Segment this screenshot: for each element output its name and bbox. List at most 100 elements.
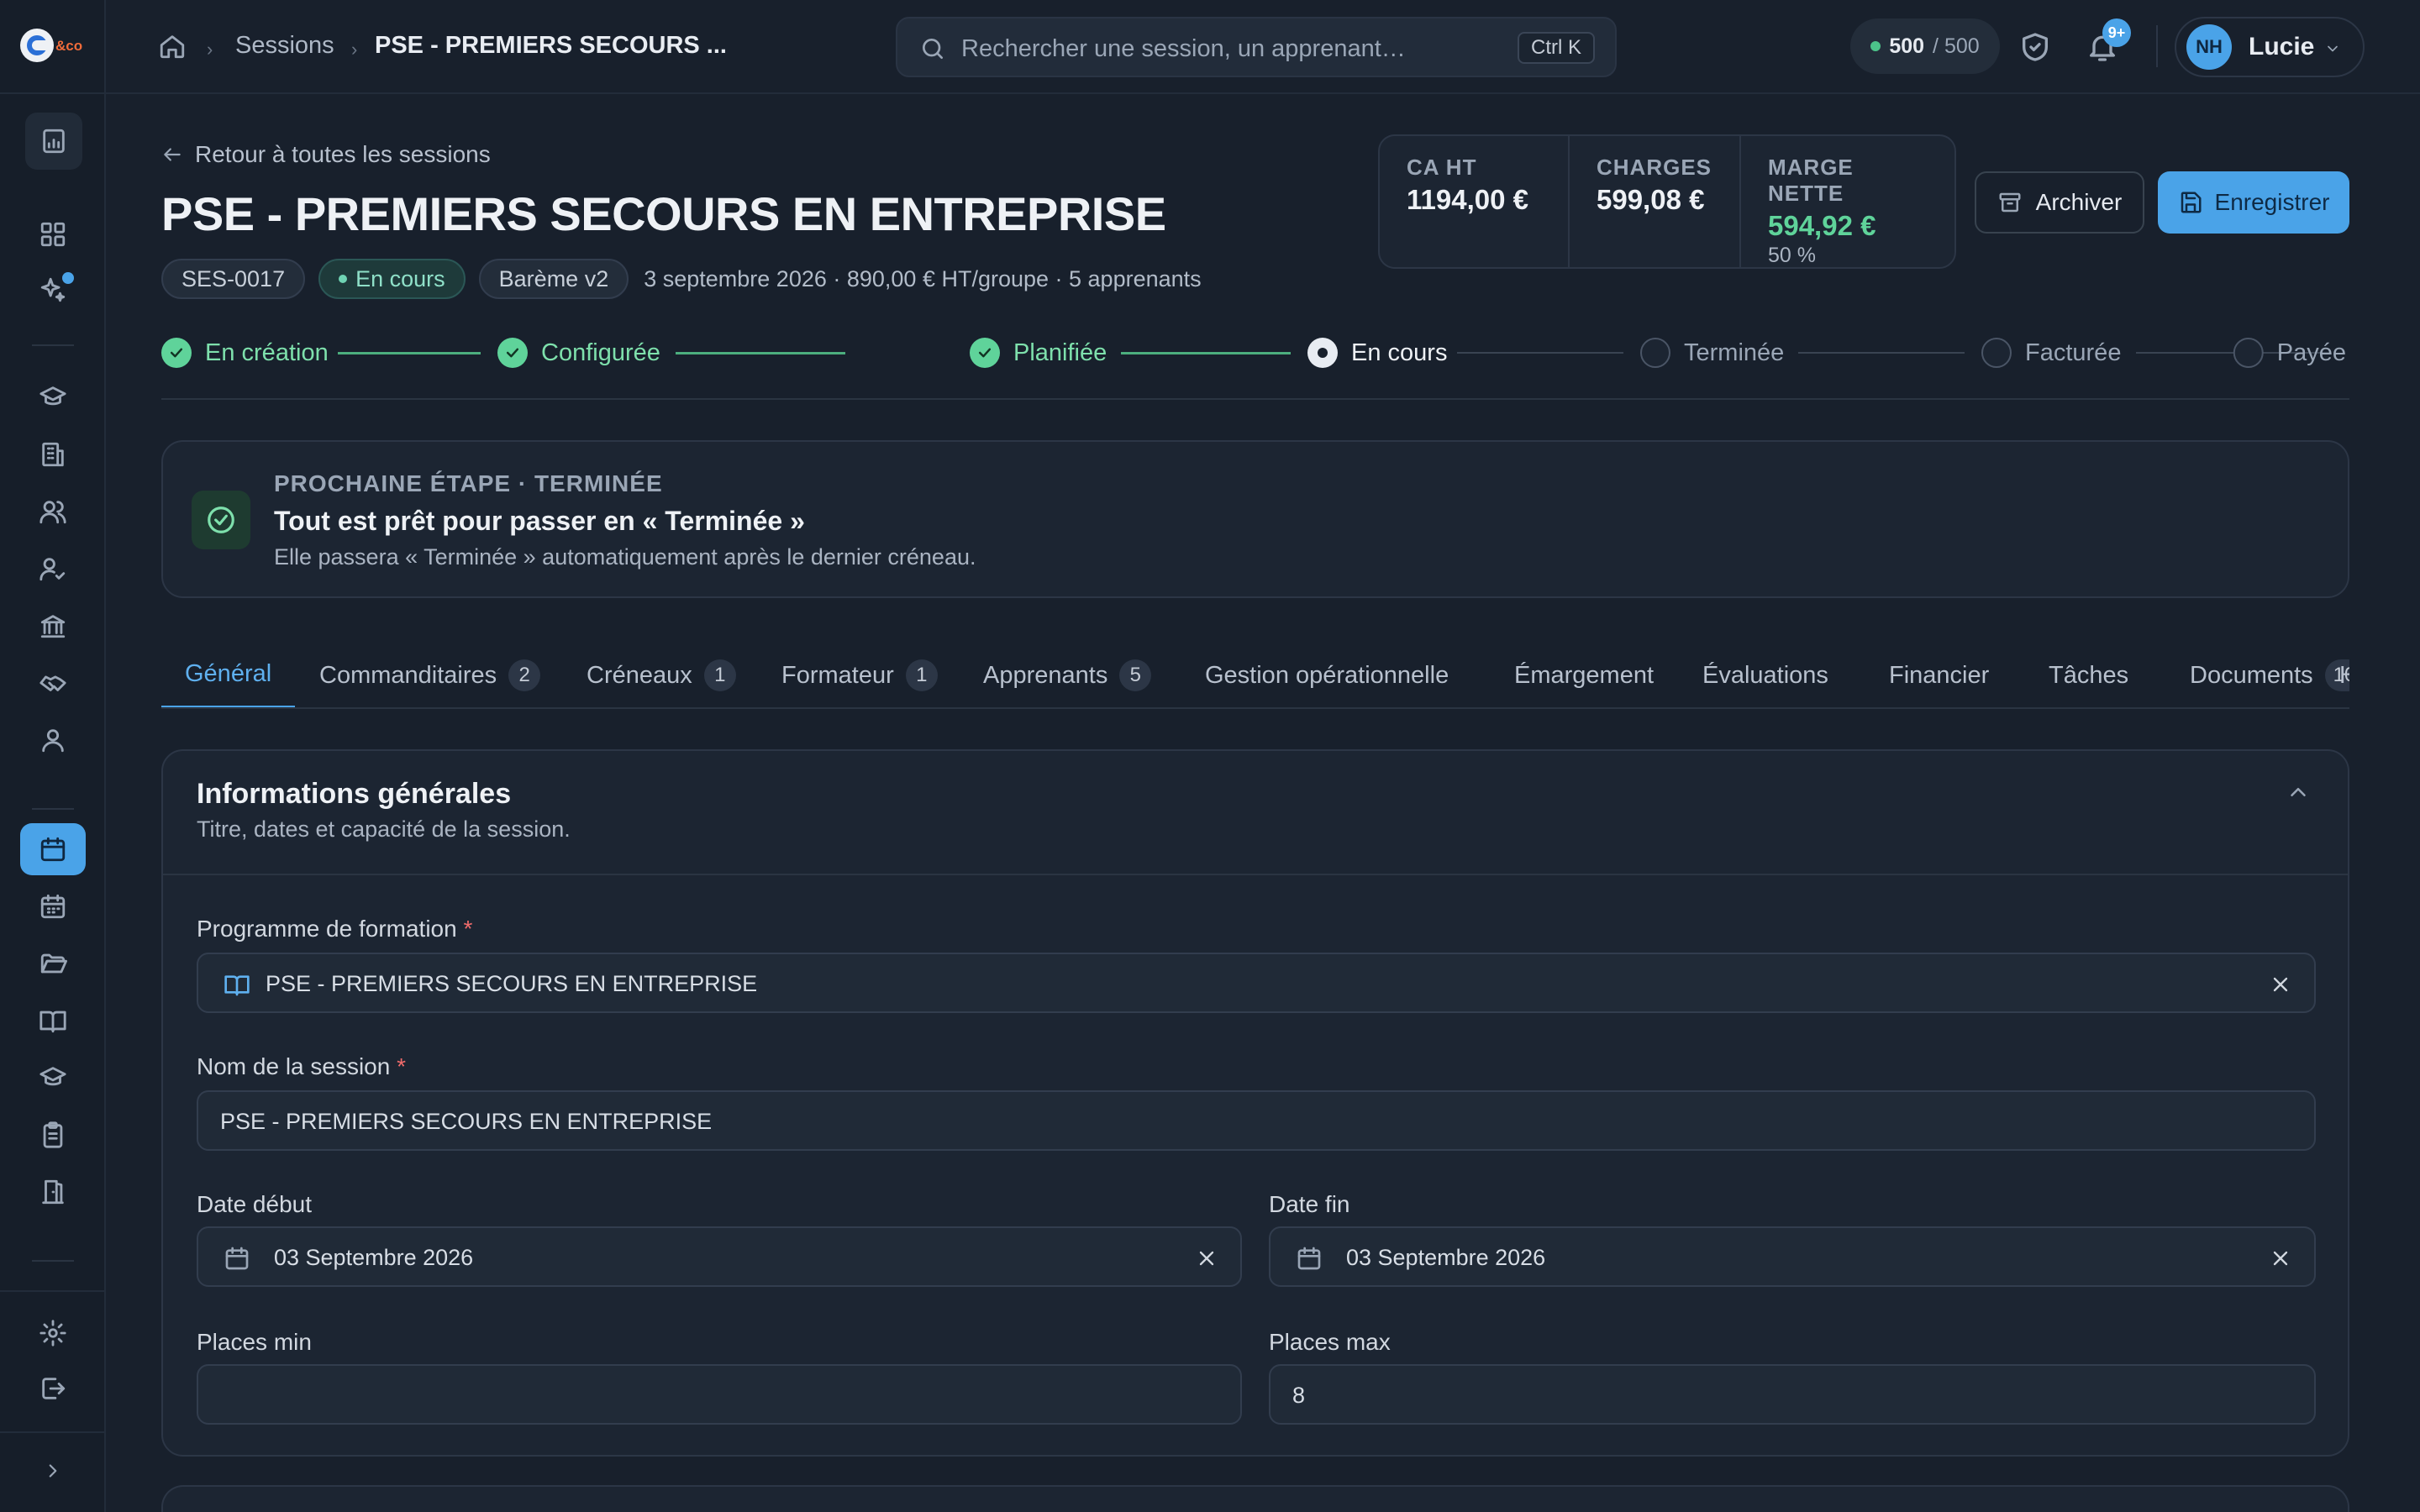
step-label: Facturée	[2025, 339, 2122, 366]
sidebar-item-entreprises[interactable]	[20, 427, 86, 482]
app-logo[interactable]: &co	[18, 25, 87, 66]
places-max-field[interactable]	[1269, 1364, 2316, 1425]
tab-count-badge: 1	[703, 659, 736, 691]
sidebar-item-salles[interactable]	[20, 1164, 86, 1220]
tab-formateur[interactable]: Formateur 1	[758, 642, 961, 707]
save-button[interactable]: Enregistrer	[2158, 171, 2349, 234]
sidebar-item-catalogue[interactable]	[20, 993, 86, 1048]
calendar-icon	[40, 837, 66, 862]
nom-session-field[interactable]	[197, 1090, 2316, 1151]
page-title: PSE - PREMIERS SECOURS EN ENTREPRISE	[161, 187, 1166, 240]
tab-overflow[interactable]: H	[2316, 642, 2349, 707]
save-icon	[2181, 192, 2202, 213]
sidebar-item-formations[interactable]	[20, 370, 86, 425]
step-en-cours: En cours	[1307, 338, 1447, 368]
status-label: En cours	[355, 265, 445, 291]
clipboard-icon	[43, 1121, 63, 1148]
breadcrumb-current: PSE - PREMIERS SECOURS ...	[375, 32, 727, 59]
places-min-field[interactable]	[197, 1364, 1242, 1425]
sidebar-item-documents[interactable]	[20, 936, 86, 991]
chevron-up-icon[interactable]	[2286, 780, 2311, 805]
tab-label: Documents	[2190, 661, 2313, 689]
sidebar-expand-button[interactable]	[20, 1443, 86, 1499]
archive-icon	[1999, 192, 2021, 213]
step-label: Configurée	[541, 339, 660, 366]
programme-input[interactable]	[266, 968, 1959, 1000]
kpi-marge-percent: 50 %	[1768, 244, 1816, 267]
places-max-input[interactable]	[1292, 1379, 2128, 1411]
sidebar-item-apprenants[interactable]	[20, 712, 86, 768]
programme-select[interactable]	[197, 953, 2316, 1013]
date-debut-picker[interactable]	[197, 1226, 1242, 1287]
date-debut-input[interactable]	[274, 1242, 1107, 1273]
tab-gestion-operationnelle[interactable]: Gestion opérationnelle	[1181, 642, 1472, 707]
sidebar-item-partenaires[interactable]	[20, 655, 86, 711]
tab-taches[interactable]: Tâches	[2025, 642, 2152, 707]
graduation-cap-icon	[39, 1067, 66, 1086]
user-menu[interactable]: NH Lucie	[2175, 17, 2365, 77]
date-fin-input[interactable]	[1346, 1242, 2181, 1273]
archive-button-label: Archiver	[2035, 189, 2123, 215]
chevron-right-icon	[49, 1464, 57, 1478]
general-info-card: Informations générales Titre, dates et c…	[161, 749, 2349, 1457]
tab-apprenants[interactable]: Apprenants 5	[960, 642, 1175, 707]
stepper-divider	[161, 398, 2349, 400]
close-icon[interactable]	[2269, 1247, 2292, 1270]
tab-label: Commanditaires	[319, 661, 497, 689]
shield-check-icon[interactable]	[2018, 30, 2052, 64]
check-circle-icon	[161, 338, 192, 368]
quota-badge[interactable]: 500 / 500	[1850, 18, 2000, 74]
tab-label: Évaluations	[1702, 661, 1828, 689]
breadcrumb-sessions[interactable]: Sessions	[235, 32, 334, 60]
search-input[interactable]	[961, 32, 1499, 66]
sidebar: &co	[0, 0, 106, 1512]
tab-emargement[interactable]: Émargement	[1491, 642, 1677, 707]
session-ref-badge: SES-0017	[161, 259, 306, 299]
check-circle-icon	[497, 338, 528, 368]
nom-session-input[interactable]	[220, 1105, 1913, 1137]
global-search[interactable]: Ctrl K	[896, 17, 1617, 77]
tab-evaluations[interactable]: Évaluations	[1679, 642, 1852, 707]
sidebar-item-taches[interactable]	[20, 1107, 86, 1163]
card-divider	[163, 874, 2348, 875]
sidebar-item-settings[interactable]	[20, 1305, 86, 1361]
breadcrumb-separator: ›	[207, 39, 213, 60]
sidebar-item-planning[interactable]	[20, 879, 86, 934]
sidebar-item-dashboard[interactable]	[20, 207, 86, 262]
sidebar-item-logout[interactable]	[20, 1361, 86, 1416]
home-icon[interactable]	[158, 32, 187, 60]
places-min-input[interactable]	[220, 1379, 1054, 1411]
sidebar-divider	[0, 92, 106, 94]
pending-step-icon	[1981, 338, 2012, 368]
tab-general[interactable]: Général	[161, 642, 296, 707]
sidebar-item-certifications[interactable]	[20, 1050, 86, 1105]
sidebar-item-formateurs[interactable]	[20, 541, 86, 596]
tab-commanditaires[interactable]: Commanditaires 2	[296, 642, 564, 707]
main-content: Retour à toutes les sessions PSE - PREMI…	[106, 94, 2420, 1512]
archive-button[interactable]: Archiver	[1975, 171, 2144, 234]
date-fin-picker[interactable]	[1269, 1226, 2316, 1287]
sidebar-item-sessions[interactable]	[20, 823, 86, 875]
bareme-badge: Barème v2	[478, 259, 629, 299]
pending-step-icon	[1640, 338, 1670, 368]
required-marker: *	[463, 916, 473, 942]
sidebar-item-contacts[interactable]	[20, 484, 86, 539]
user-check-icon	[39, 558, 66, 581]
sidebar-item-assistant[interactable]	[20, 262, 86, 318]
sidebar-item-financeurs[interactable]	[20, 598, 86, 654]
door-icon	[42, 1179, 64, 1205]
sidebar-item-organisation[interactable]	[25, 113, 82, 170]
tab-financier[interactable]: Financier	[1865, 642, 2012, 707]
tab-creneaux[interactable]: Créneaux 1	[563, 642, 760, 707]
next-step-card: PROCHAINE ÉTAPE · TERMINÉE Tout est prêt…	[161, 440, 2349, 598]
kpi-ca: CA HT 1194,00 €	[1380, 136, 1570, 267]
sidebar-divider	[0, 1431, 106, 1433]
close-icon[interactable]	[1195, 1247, 1218, 1270]
back-to-sessions-link[interactable]: Retour à toutes les sessions	[161, 141, 491, 168]
programme-label-text: Programme de formation	[197, 916, 457, 942]
close-icon[interactable]	[2269, 973, 2292, 996]
step-connector	[338, 352, 481, 354]
status-dot	[339, 275, 348, 283]
step-terminee: Terminée	[1640, 338, 1784, 368]
step-payee: Payée	[2233, 338, 2346, 368]
